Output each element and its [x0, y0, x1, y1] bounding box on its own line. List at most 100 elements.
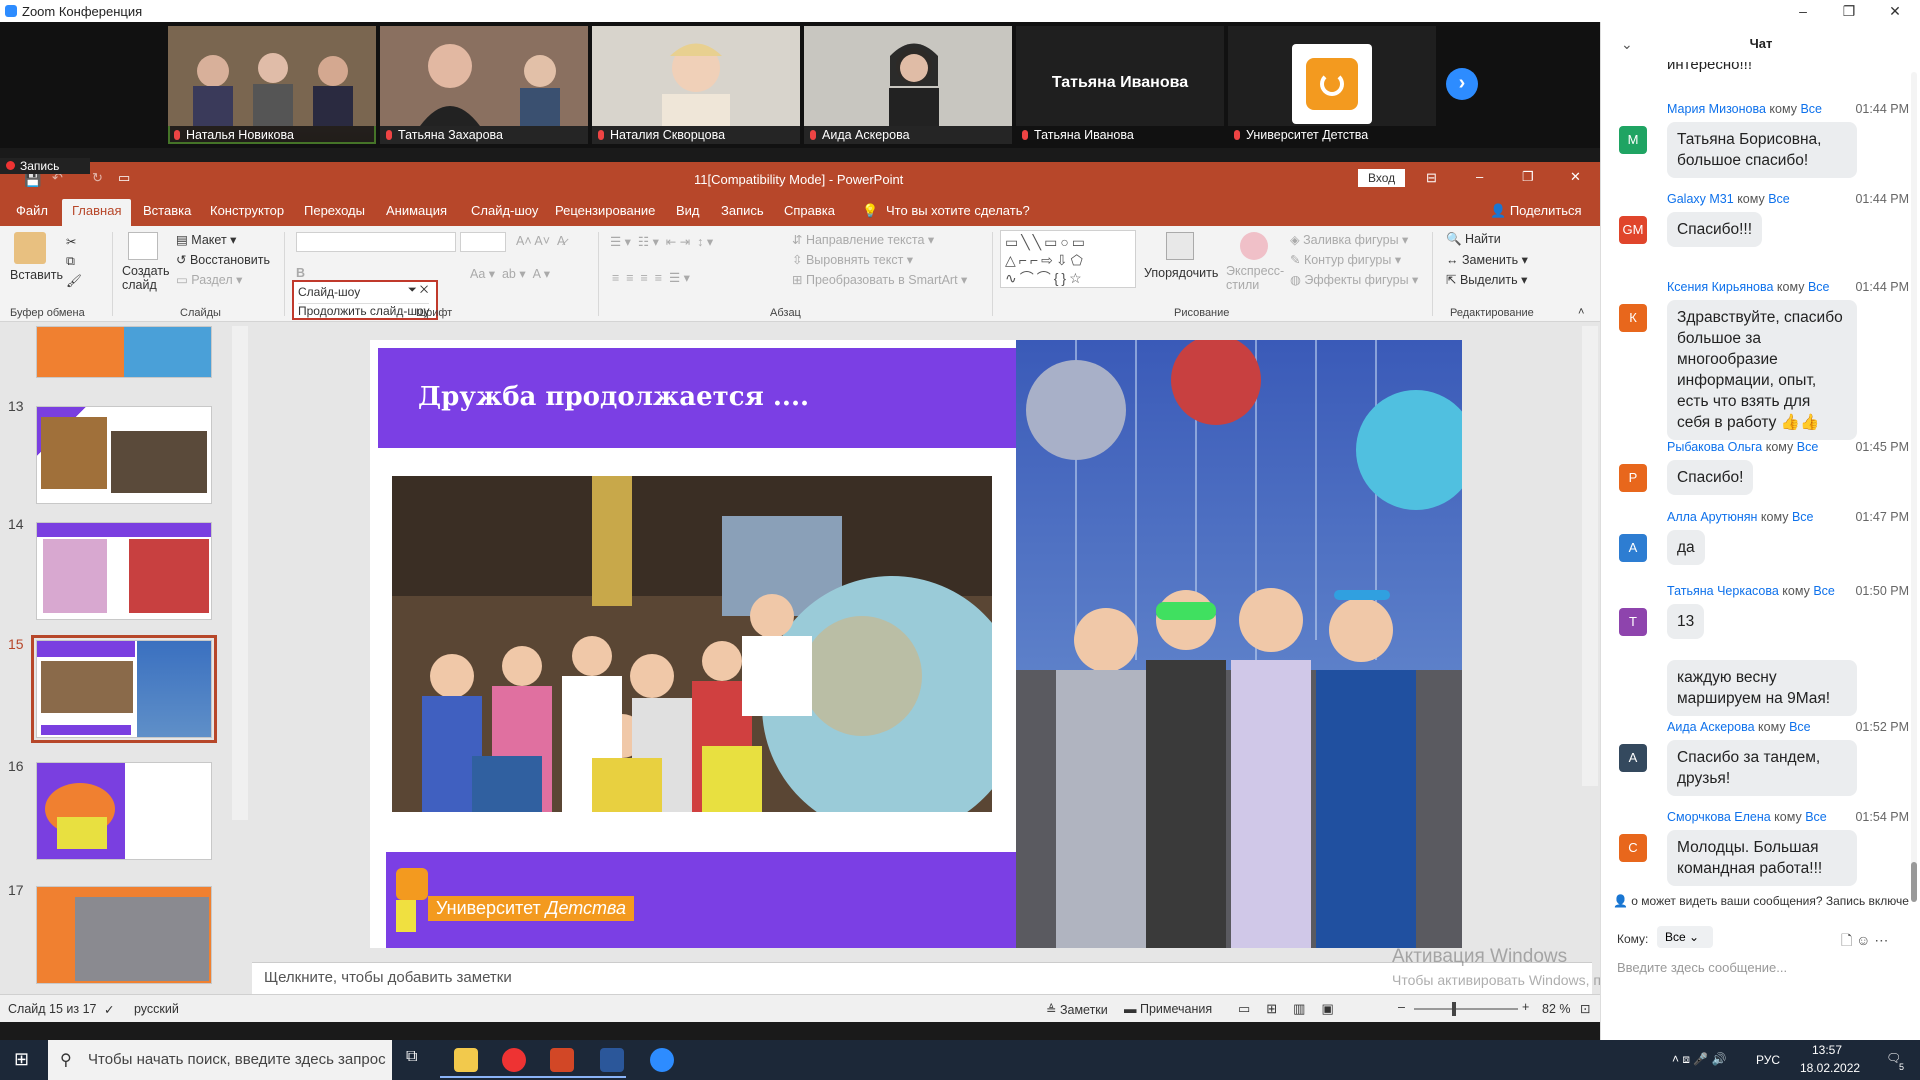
ppt-minimize-button[interactable]: – [1476, 169, 1483, 184]
spellcheck-icon[interactable]: ✓ [104, 1002, 114, 1017]
bullets-icon[interactable]: ☰ ▾ ☷ ▾ ⇤ ⇥ ↕ ▾ [610, 234, 713, 249]
smartart-button[interactable]: ⊞ Преобразовать в SmartArt ▾ [792, 272, 967, 287]
sender[interactable]: Алла Арутюнян [1667, 510, 1757, 524]
arrange-button[interactable]: Упорядочить [1144, 266, 1218, 280]
sender[interactable]: Ксения Кирьянова [1667, 280, 1773, 294]
bold-icon[interactable]: B [296, 266, 305, 280]
reset-button[interactable]: ↺ Восстановить [176, 252, 270, 267]
layout-button[interactable]: ▤ Макет ▾ [176, 232, 236, 247]
sender[interactable]: Galaxy M31 [1667, 192, 1734, 206]
shapes-gallery[interactable]: ▭╲╲▭○▭ △⌐⌐⇨⇩⬠ ∿⌒⌒{}☆ [1000, 230, 1136, 288]
copy-icon[interactable]: ⧉ [66, 254, 75, 269]
slide-scrollbar[interactable] [1582, 326, 1598, 786]
shape-effects-button[interactable]: ◍ Эффекты фигуры ▾ [1290, 272, 1418, 287]
clock-time[interactable]: 13:57 [1812, 1043, 1842, 1057]
zoom-slider[interactable] [1414, 1008, 1518, 1010]
slide-thumbnail[interactable] [36, 406, 212, 504]
tab-review[interactable]: Рецензирование [555, 203, 655, 218]
video-tile[interactable]: Университет Детства [1228, 26, 1436, 144]
powerpoint-icon[interactable] [550, 1048, 574, 1072]
format-painter-icon[interactable]: 🖌 [66, 274, 82, 289]
share-button[interactable]: 👤 Поделиться [1490, 203, 1582, 219]
video-tile[interactable]: Наталья Новикова [168, 26, 376, 144]
thumbnails-scrollbar[interactable] [232, 326, 248, 820]
arrange-icon[interactable] [1166, 232, 1194, 260]
slide-15[interactable]: Дружба продолжается .... Университет Дет… [370, 340, 1462, 948]
paste-icon[interactable] [14, 232, 46, 264]
new-slide-icon[interactable] [128, 232, 158, 260]
grow-font-icon[interactable]: A˄ A˅ A̷ [516, 234, 565, 248]
comments-toggle[interactable]: ▬ Примечания [1124, 1002, 1212, 1016]
quick-styles-button[interactable]: Экспресс-стили [1226, 264, 1284, 292]
windows-start-icon[interactable]: ⊞ [14, 1049, 29, 1070]
video-tile[interactable]: Аида Аскерова [804, 26, 1012, 144]
slide-thumbnail[interactable] [36, 762, 212, 860]
sender[interactable]: Сморчкова Елена [1667, 810, 1771, 824]
tab-file[interactable]: Файл [16, 203, 48, 218]
photo-children-party[interactable] [1016, 340, 1462, 948]
cut-icon[interactable]: ✂ [66, 234, 76, 249]
shape-fill-button[interactable]: ◈ Заливка фигуры ▾ [1290, 232, 1408, 247]
zoom-app-icon[interactable] [650, 1048, 674, 1072]
ppt-close-button[interactable]: ✕ [1570, 169, 1581, 185]
slide-title[interactable]: Дружба продолжается .... [418, 382, 809, 412]
tab-design[interactable]: Конструктор [210, 203, 284, 218]
ribbon-display-icon[interactable]: ⊟ [1426, 170, 1437, 186]
dropdown-arrow-icon[interactable]: ⏷ ✕ [408, 284, 428, 297]
recipient-select[interactable]: Все ⌄ [1657, 926, 1713, 948]
redo-icon[interactable]: ↻ [92, 170, 103, 186]
sender[interactable]: Аида Аскерова [1667, 720, 1755, 734]
tab-insert[interactable]: Вставка [143, 203, 191, 218]
find-button[interactable]: 🔍 Найти [1446, 232, 1501, 247]
tab-transitions[interactable]: Переходы [304, 203, 365, 218]
present-icon[interactable]: ▭ [118, 170, 130, 186]
zoom-in-icon[interactable]: + [1522, 1000, 1529, 1014]
photo-children-globe[interactable] [392, 476, 992, 812]
task-view-icon[interactable]: ⧉ [406, 1048, 417, 1066]
zoom-slider-thumb[interactable] [1452, 1002, 1456, 1016]
video-tile[interactable]: Татьяна Иванова Татьяна Иванова [1016, 26, 1224, 144]
zoom-out-icon[interactable]: – [1398, 1000, 1405, 1014]
slide-thumbnail[interactable] [36, 886, 212, 984]
section-button[interactable]: ▭ Раздел ▾ [176, 272, 242, 287]
select-button[interactable]: ⇱ Выделить ▾ [1446, 272, 1527, 287]
close-button[interactable]: ✕ [1872, 0, 1918, 22]
clock-date[interactable]: 18.02.2022 [1800, 1061, 1860, 1075]
notes-area[interactable]: Щелкните, чтобы добавить заметки [252, 962, 1592, 994]
tab-view[interactable]: Вид [676, 203, 700, 218]
continue-slideshow-item[interactable]: Продолжить слайд-шоу [298, 303, 430, 318]
word-icon[interactable] [600, 1048, 624, 1072]
tray-icons[interactable]: ˄ ⧈ 🎤 🔊 [1672, 1052, 1727, 1067]
paste-button[interactable]: Вставить [10, 268, 63, 282]
notes-toggle[interactable]: ≜ Заметки [1046, 1002, 1108, 1017]
file-explorer-icon[interactable] [454, 1048, 478, 1072]
shape-outline-button[interactable]: ✎ Контур фигуры ▾ [1290, 252, 1401, 267]
sender[interactable]: Рыбакова Ольга [1667, 440, 1762, 454]
font-name-input[interactable] [296, 232, 456, 252]
minimize-button[interactable]: – [1780, 0, 1826, 22]
slide-thumbnail-selected[interactable] [31, 635, 217, 743]
video-tile[interactable]: Татьяна Захарова [380, 26, 588, 144]
view-buttons[interactable]: ▭⊞▥▣ [1238, 1001, 1350, 1017]
next-page-button[interactable]: › [1446, 68, 1478, 100]
slide-thumbnail[interactable] [36, 326, 212, 378]
language-status[interactable]: русский [134, 1002, 179, 1016]
tab-help[interactable]: Справка [784, 203, 835, 218]
message-input[interactable]: Введите здесь сообщение... [1617, 960, 1787, 975]
new-slide-button[interactable]: Создать слайд [122, 264, 172, 292]
tell-me-search[interactable]: Что вы хотите сделать? [886, 203, 1030, 218]
quick-styles-icon[interactable] [1240, 232, 1268, 260]
tab-record[interactable]: Запись [721, 203, 764, 218]
tab-slideshow[interactable]: Слайд-шоу [471, 203, 538, 218]
replace-button[interactable]: ↔ Заменить ▾ [1446, 252, 1528, 267]
font-size-input[interactable] [460, 232, 506, 252]
text-direction-button[interactable]: ⇵ Направление текста ▾ [792, 232, 934, 247]
fit-slide-icon[interactable]: ⊡ [1580, 1001, 1590, 1016]
font-case-icon[interactable]: Aa ▾ ab ▾ A ▾ [470, 266, 550, 281]
restore-button[interactable]: ❐ [1826, 0, 1872, 22]
slide-thumbnail[interactable] [36, 522, 212, 620]
chat-scroll-track[interactable] [1911, 72, 1917, 902]
sender[interactable]: Мария Мизонова [1667, 102, 1766, 116]
video-tile[interactable]: Наталия Скворцова [592, 26, 800, 144]
collapse-ribbon-icon[interactable]: ˄ [1578, 306, 1584, 318]
